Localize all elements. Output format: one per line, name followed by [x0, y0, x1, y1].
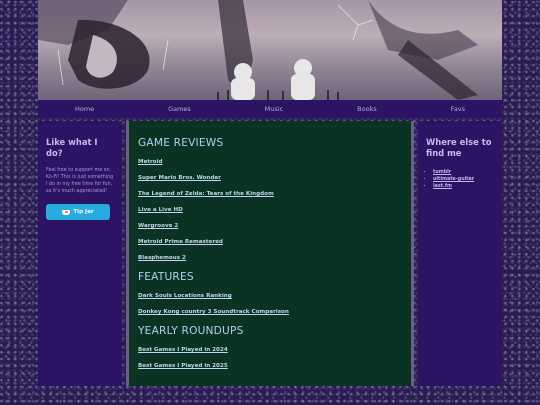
find-me-heading: Where else to find me: [426, 137, 492, 158]
yearly-roundups-heading: YEARLY ROUNDUPS: [138, 325, 244, 337]
review-link[interactable]: Live a Live HD: [138, 207, 402, 214]
support-text: Feel free to support me on Ko-Fi! This i…: [46, 168, 114, 194]
list-item: tumblr: [433, 169, 494, 176]
review-link[interactable]: Super Mario Bros. Wonder: [138, 175, 402, 182]
tip-jar-button[interactable]: Tip Jar: [46, 204, 110, 220]
review-link[interactable]: Wargroove 2: [138, 223, 402, 230]
review-link[interactable]: Blasphemous 2: [138, 255, 402, 262]
main-content: GAME REVIEWS Metroid Super Mario Bros. W…: [126, 121, 414, 386]
main-nav: Home Games Music Books Favs: [38, 100, 502, 118]
review-link[interactable]: Metroid: [138, 159, 402, 166]
left-sidebar: Like what I do? Feel free to support me …: [38, 121, 122, 386]
feature-link[interactable]: Donkey Kong country 3 Soundtrack Compari…: [138, 309, 402, 316]
list-item: last.fm: [433, 183, 494, 190]
nav-games[interactable]: Games: [168, 105, 191, 113]
roundup-link[interactable]: Best Games I Played in 2025: [138, 363, 402, 370]
page-container: Home Games Music Books Favs Like what I …: [38, 0, 502, 405]
tumblr-link[interactable]: tumblr: [433, 170, 451, 175]
support-heading: Like what I do?: [46, 137, 98, 158]
header-banner-image: [38, 0, 502, 100]
feature-link[interactable]: Dark Souls Locations Ranking: [138, 293, 402, 300]
right-sidebar: Where else to find me tumblr ultimate-gu…: [418, 121, 502, 386]
features-heading: FEATURES: [138, 271, 194, 283]
game-reviews-heading: GAME REVIEWS: [138, 137, 224, 149]
coffee-cup-icon: [62, 209, 71, 215]
ultimate-guitar-link[interactable]: ultimate-guitar: [433, 177, 474, 182]
nav-home[interactable]: Home: [75, 105, 94, 113]
social-links-list: tumblr ultimate-guitar last.fm: [426, 169, 494, 190]
review-link[interactable]: Metroid Prime Remastered: [138, 239, 402, 246]
nav-books[interactable]: Books: [357, 105, 377, 113]
review-link[interactable]: The Legend of Zelda: Tears of the Kingdo…: [138, 191, 402, 198]
nav-music[interactable]: Music: [265, 105, 284, 113]
banner-art: [38, 0, 478, 100]
nav-favs[interactable]: Favs: [451, 105, 465, 113]
tip-jar-label: Tip Jar: [73, 209, 94, 215]
list-item: ultimate-guitar: [433, 176, 494, 183]
roundup-link[interactable]: Best Games I Played in 2024: [138, 347, 402, 354]
lastfm-link[interactable]: last.fm: [433, 184, 452, 189]
